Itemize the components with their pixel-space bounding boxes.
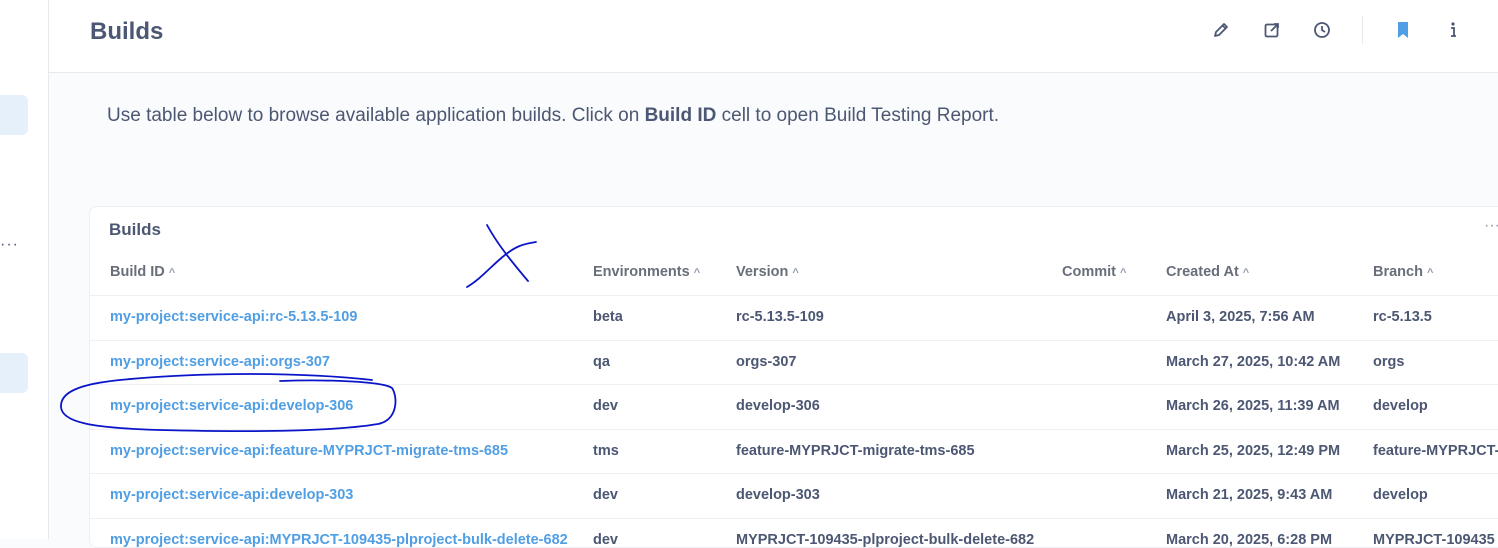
sort-icon[interactable]: ^ [694,267,700,279]
build-id-link[interactable]: my-project:service-api:feature-MYPRJCT-m… [110,443,508,459]
column-header-label: Branch [1373,264,1423,280]
cell-version: feature-MYPRJCT-migrate-tms-685 [736,442,975,459]
row-divider [90,518,1498,519]
clock-icon[interactable] [1311,19,1333,41]
cell-branch: develop [1373,487,1428,504]
build-id-link[interactable]: my-project:service-api:develop-303 [110,487,353,503]
card-title: Builds [109,220,161,239]
column-header-branch[interactable]: Branch ^ [1373,264,1433,280]
cell-environments: dev [593,398,618,415]
build-id-link[interactable]: my-project:service-api:orgs-307 [110,354,330,370]
cell-branch: feature-MYPRJCT- [1373,442,1498,459]
cell-environments: qa [593,353,610,370]
column-header-build-id[interactable]: Build ID ^ [110,264,175,280]
build-id-link[interactable]: my-project:service-api:MYPRJCT-109435-pl… [110,532,568,548]
sort-icon[interactable]: ^ [1427,267,1433,279]
cell-branch: develop [1373,398,1428,415]
column-header-label: Commit [1062,264,1116,280]
column-header-label: Version [736,264,789,280]
row-divider [90,384,1498,386]
cell-created-at: March 27, 2025, 10:42 AM [1166,353,1341,370]
cell-branch: rc-5.13.5 [1373,309,1432,325]
external-link-icon[interactable] [1261,19,1283,41]
more-icon[interactable] [1485,19,1498,41]
intro-text-bold: Build ID [644,105,717,126]
sort-icon[interactable]: ^ [1243,267,1249,279]
cell-version: orgs-307 [736,353,797,370]
sort-icon[interactable]: ^ [169,267,175,279]
cell-environments: dev [593,532,618,548]
cell-created-at: March 26, 2025, 11:39 AM [1166,398,1340,415]
cell-version: develop-306 [736,398,820,415]
build-id-link[interactable]: my-project:service-api:rc-5.13.5-109 [110,309,357,325]
column-header-commit[interactable]: Commit ^ [1062,264,1126,280]
column-header-label: Created At [1166,264,1239,280]
intro-text: Use table below to browse available appl… [107,105,999,127]
sidebar-more-icon[interactable]: ··· [0,236,19,254]
sidebar-tab-2[interactable] [0,353,28,393]
left-sidebar: ··· [0,0,49,539]
cell-created-at: March 20, 2025, 6:28 PM [1166,532,1333,548]
cell-version: rc-5.13.5-109 [736,309,824,325]
header-divider [1362,16,1363,44]
column-header-environments[interactable]: Environments ^ [593,264,700,280]
cell-environments: dev [593,487,618,504]
row-divider [90,295,1498,296]
cell-branch: orgs [1373,353,1405,370]
cell-created-at: April 3, 2025, 7:56 AM [1166,309,1315,325]
cell-branch: MYPRJCT-109435 [1373,532,1495,548]
column-header-version[interactable]: Version ^ [736,264,799,280]
sidebar-tab-1[interactable] [0,95,28,135]
row-divider [90,428,1498,430]
column-header-created-at[interactable]: Created At ^ [1166,264,1249,280]
cell-environments: tms [593,442,619,459]
page-title: Builds [90,18,164,45]
cell-created-at: March 21, 2025, 9:43 AM [1166,487,1333,504]
bookmark-icon[interactable] [1392,19,1414,41]
cell-created-at: March 25, 2025, 12:49 PM [1166,442,1341,459]
row-divider [90,339,1498,341]
column-header-label: Build ID [110,264,165,280]
cell-version: develop-303 [736,487,820,504]
column-header-label: Environments [593,264,690,280]
sort-icon[interactable]: ^ [792,267,798,279]
builds-card: Builds ··· Build ID^Environments^Version… [89,206,1498,548]
row-divider [90,473,1498,475]
cell-version: MYPRJCT-109435-plproject-bulk-delete-682 [736,532,1035,548]
card-more-icon[interactable]: ··· [1484,217,1498,235]
pencil-icon[interactable] [1210,19,1232,41]
build-id-link[interactable]: my-project:service-api:develop-306 [110,398,353,414]
intro-text-end: cell to open Build Testing Report. [716,105,1000,126]
page-header: Builds [49,0,1498,73]
info-icon[interactable] [1442,19,1464,41]
cell-environments: beta [593,309,623,325]
sort-icon[interactable]: ^ [1120,267,1126,279]
intro-text-start: Use table below to browse available appl… [107,105,645,126]
